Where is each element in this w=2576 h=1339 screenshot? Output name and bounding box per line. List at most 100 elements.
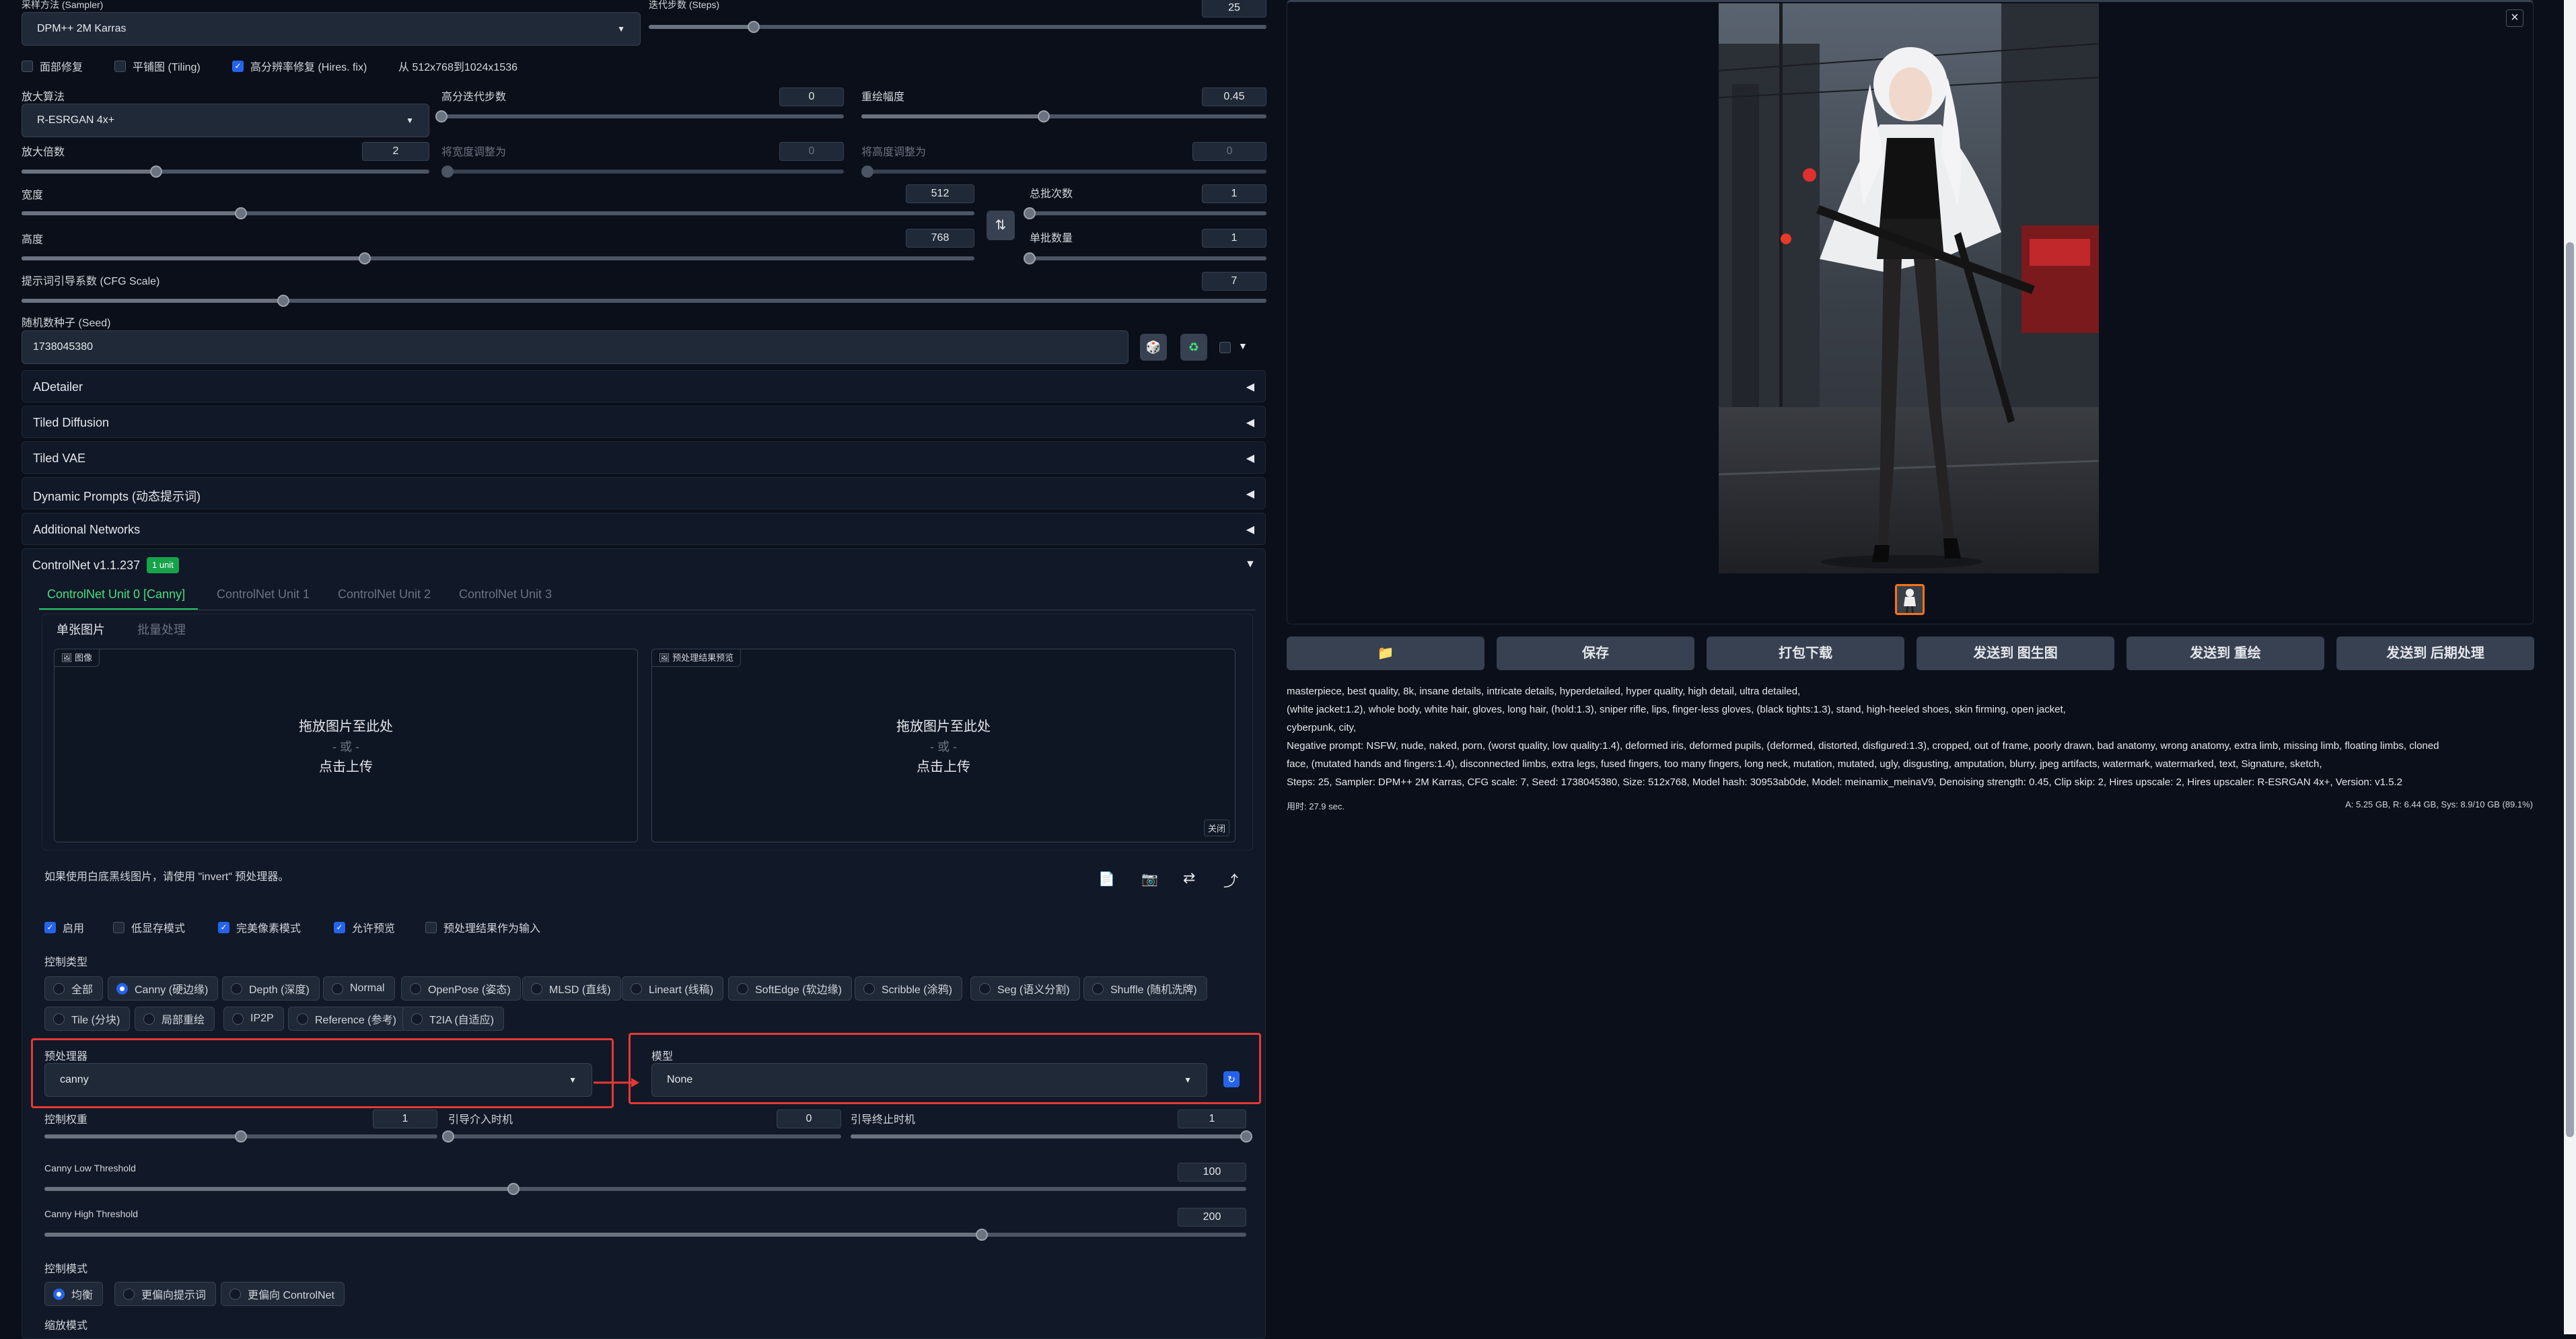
- steps-slider[interactable]: [649, 21, 1266, 33]
- control-type-canny[interactable]: Canny (硬边缘): [108, 976, 219, 1001]
- accordion-tiled-diffusion[interactable]: Tiled Diffusion ◀: [22, 406, 1266, 438]
- generated-image[interactable]: [1719, 3, 2099, 573]
- tab-batch[interactable]: 批量处理: [137, 620, 186, 638]
- cfg-slider[interactable]: [22, 295, 1266, 307]
- height-slider[interactable]: [22, 252, 974, 264]
- width-input[interactable]: 512: [906, 184, 974, 203]
- tab-controlnet-unit-0[interactable]: ControlNet Unit 0 [Canny]: [47, 587, 185, 602]
- start-input[interactable]: 0: [777, 1110, 841, 1128]
- end-slider[interactable]: [851, 1130, 1252, 1143]
- control-mode-prompt[interactable]: 更偏向提示词: [114, 1282, 217, 1306]
- seed-input[interactable]: 1738045380: [22, 330, 1129, 364]
- width-slider[interactable]: [22, 207, 974, 219]
- control-type-shuffle[interactable]: Shuffle (随机洗牌): [1083, 976, 1207, 1001]
- refresh-models-button[interactable]: ↻: [1223, 1071, 1240, 1087]
- scale-input[interactable]: 2: [362, 142, 429, 161]
- control-type-seg[interactable]: Seg (语义分割): [970, 976, 1080, 1001]
- upscaler-dropdown[interactable]: R-ESRGAN 4x+ ▼: [22, 104, 429, 137]
- tab-controlnet-unit-2[interactable]: ControlNet Unit 2: [338, 587, 431, 602]
- resize-height-slider[interactable]: [861, 166, 1266, 178]
- control-type-all[interactable]: 全部: [44, 976, 104, 1001]
- control-mode-controlnet[interactable]: 更偏向 ControlNet: [221, 1282, 345, 1306]
- control-type-mlsd[interactable]: MLSD (直线): [522, 976, 621, 1001]
- hires-steps-input[interactable]: 0: [779, 87, 844, 106]
- caret-down-icon[interactable]: ▼: [1245, 558, 1256, 571]
- model-dropdown[interactable]: None ▼: [651, 1063, 1207, 1097]
- accordion-additional-networks[interactable]: Additional Networks ◀: [22, 513, 1266, 545]
- swap-dimensions-button[interactable]: ⇅: [987, 211, 1015, 240]
- accordion-adetailer[interactable]: ADetailer ◀: [22, 370, 1266, 402]
- sampler-dropdown[interactable]: DPM++ 2M Karras ▼: [22, 12, 641, 46]
- save-button[interactable]: 保存: [1497, 637, 1694, 670]
- webcam-icon[interactable]: 📷: [1141, 871, 1158, 888]
- preprocessor-as-input-checkbox[interactable]: 预处理结果作为输入: [425, 919, 540, 935]
- accordion-dynamic-prompts[interactable]: Dynamic Prompts (动态提示词) ◀: [22, 477, 1266, 509]
- send-to-extras-button[interactable]: 发送到 后期处理: [2336, 637, 2534, 670]
- send-to-img2img-button[interactable]: 发送到 图生图: [1917, 637, 2114, 670]
- steps-input[interactable]: 25: [1202, 0, 1266, 17]
- image-dropzone[interactable]: 🖼 图像 拖放图片至此处 - 或 - 点击上传: [54, 649, 638, 842]
- zip-download-button[interactable]: 打包下载: [1707, 637, 1904, 670]
- start-slider[interactable]: [442, 1130, 841, 1143]
- control-type-inpaint[interactable]: 局部重绘: [135, 1007, 215, 1031]
- height-input[interactable]: 768: [906, 229, 974, 248]
- scrollbar-thumb[interactable]: [2566, 242, 2574, 1137]
- weight-input[interactable]: 1: [373, 1110, 437, 1128]
- canny-low-input[interactable]: 100: [1178, 1163, 1246, 1182]
- denoise-slider[interactable]: [861, 110, 1266, 122]
- close-preview-button[interactable]: 关闭: [1203, 820, 1229, 836]
- resize-width-slider[interactable]: [441, 166, 844, 178]
- new-canvas-icon[interactable]: 📄: [1098, 871, 1115, 888]
- control-type-openpose[interactable]: OpenPose (姿态): [401, 976, 521, 1001]
- control-type-reference[interactable]: Reference (参考): [288, 1007, 406, 1031]
- cfg-input[interactable]: 7: [1202, 272, 1266, 291]
- extra-seed-toggle-icon[interactable]: ▼: [1238, 340, 1248, 351]
- pixel-perfect-checkbox[interactable]: ✓ 完美像素模式: [218, 919, 301, 935]
- enable-checkbox[interactable]: ✓ 启用: [44, 919, 84, 935]
- send-dimensions-icon[interactable]: ⤴: [1223, 869, 1238, 891]
- allow-preview-checkbox[interactable]: ✓ 允许预览: [334, 919, 395, 935]
- close-icon[interactable]: ×: [2506, 9, 2524, 27]
- scale-slider[interactable]: [22, 166, 429, 178]
- control-type-t2ia[interactable]: T2IA (自适应): [402, 1007, 505, 1031]
- reuse-seed-button[interactable]: ♻: [1180, 334, 1207, 361]
- gallery-thumbnail[interactable]: [1895, 584, 1925, 615]
- tab-controlnet-unit-1[interactable]: ControlNet Unit 1: [217, 587, 310, 602]
- open-folder-button[interactable]: 📁: [1287, 637, 1484, 670]
- mirror-icon[interactable]: ⇄: [1183, 869, 1195, 887]
- control-type-softedge[interactable]: SoftEdge (软边缘): [728, 976, 852, 1001]
- denoise-input[interactable]: 0.45: [1202, 87, 1266, 106]
- hires-fix-checkbox[interactable]: ✓ 高分辨率修复 (Hires. fix): [232, 58, 367, 74]
- send-to-inpaint-button[interactable]: 发送到 重绘: [2126, 637, 2324, 670]
- tab-controlnet-unit-3[interactable]: ControlNet Unit 3: [459, 587, 552, 602]
- controlnet-title[interactable]: ControlNet v1.1.237: [32, 558, 140, 573]
- canny-low-slider[interactable]: [44, 1183, 1246, 1195]
- end-input[interactable]: 1: [1178, 1110, 1246, 1128]
- control-type-normal[interactable]: Normal: [323, 976, 395, 1001]
- face-restore-checkbox[interactable]: 面部修复: [22, 58, 83, 74]
- weight-slider[interactable]: [44, 1130, 437, 1143]
- batch-count-slider[interactable]: [1024, 207, 1266, 219]
- tiling-checkbox[interactable]: 平铺图 (Tiling): [114, 58, 201, 74]
- preprocessor-dropdown[interactable]: canny ▼: [44, 1063, 592, 1097]
- control-type-lineart[interactable]: Lineart (线稿): [622, 976, 724, 1001]
- resize-height-input[interactable]: 0: [1192, 142, 1266, 161]
- batch-size-input[interactable]: 1: [1202, 229, 1266, 248]
- low-vram-checkbox[interactable]: 低显存模式: [113, 919, 185, 935]
- tab-single-image[interactable]: 单张图片: [57, 620, 105, 638]
- control-type-tile[interactable]: Tile (分块): [44, 1007, 131, 1031]
- control-mode-balanced[interactable]: 均衡: [44, 1282, 104, 1306]
- random-seed-button[interactable]: 🎲: [1140, 334, 1167, 361]
- canny-high-input[interactable]: 200: [1178, 1208, 1246, 1227]
- control-type-depth[interactable]: Depth (深度): [222, 976, 320, 1001]
- control-type-ip2p[interactable]: IP2P: [223, 1007, 284, 1031]
- canny-high-slider[interactable]: [44, 1229, 1246, 1241]
- batch-size-slider[interactable]: [1024, 252, 1266, 264]
- batch-count-input[interactable]: 1: [1202, 184, 1266, 203]
- resize-width-input[interactable]: 0: [779, 142, 844, 161]
- hires-steps-slider[interactable]: [435, 110, 844, 122]
- preview-dropzone[interactable]: 🖼 预处理结果预览 拖放图片至此处 - 或 - 点击上传 关闭: [651, 649, 1236, 842]
- extra-seed-checkbox[interactable]: [1219, 342, 1231, 357]
- control-type-scribble[interactable]: Scribble (涂鸦): [855, 976, 962, 1001]
- accordion-tiled-vae[interactable]: Tiled VAE ◀: [22, 441, 1266, 474]
